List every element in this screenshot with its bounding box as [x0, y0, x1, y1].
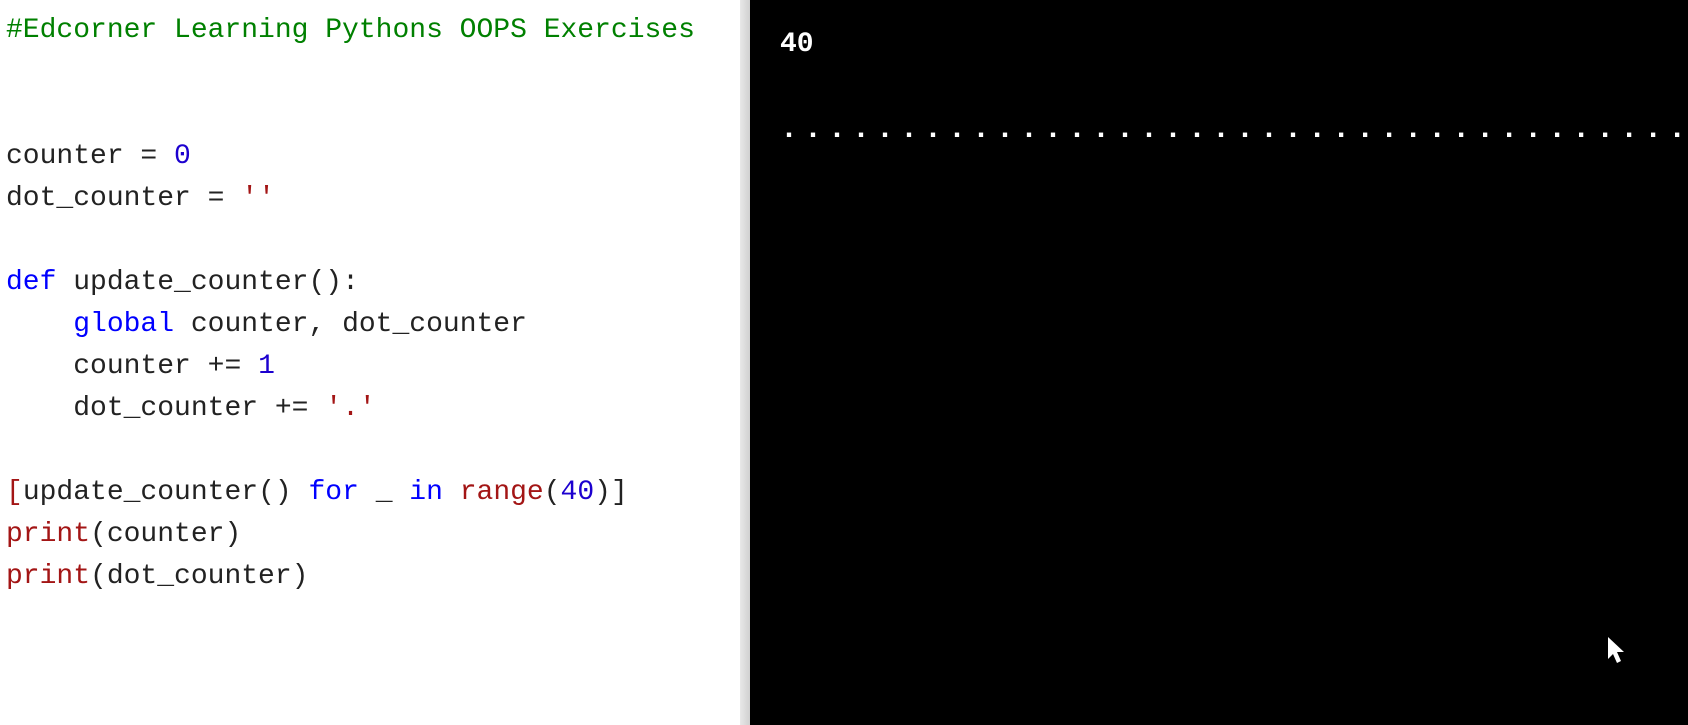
code-indent: [6, 309, 73, 340]
code-builtin: print: [6, 561, 90, 592]
code-punct: (: [90, 561, 107, 592]
code-identifier: _: [376, 477, 393, 508]
terminal-output-pane[interactable]: 40 .....................................…: [750, 0, 1688, 725]
code-identifier: dot_counter: [73, 393, 258, 424]
code-operator: =: [124, 141, 174, 172]
code-builtin: range: [460, 477, 544, 508]
code-punct: (: [544, 477, 561, 508]
mouse-cursor-icon: [1608, 637, 1628, 665]
code-operator: +=: [191, 351, 258, 382]
code-builtin: print: [6, 519, 90, 550]
output-line: 40: [780, 29, 814, 60]
code-identifier: update_counter: [23, 477, 258, 508]
code-identifier: counter: [73, 351, 191, 382]
pane-divider[interactable]: [740, 0, 750, 725]
code-punct: ():: [308, 267, 358, 298]
code-number: 1: [258, 351, 275, 382]
code-space: [56, 267, 73, 298]
code-string: '': [241, 183, 275, 214]
code-operator: =: [191, 183, 241, 214]
code-keyword: def: [6, 267, 56, 298]
code-function-name: update_counter: [73, 267, 308, 298]
code-keyword: for: [292, 477, 376, 508]
output-line: ........................................: [780, 113, 1688, 147]
code-identifier: counter: [107, 519, 225, 550]
code-number: 40: [561, 477, 595, 508]
code-identifier: counter, dot_counter: [174, 309, 527, 340]
code-keyword: in: [393, 477, 460, 508]
code-keyword: global: [73, 309, 174, 340]
code-bracket: [: [6, 477, 23, 508]
code-punct: (): [258, 477, 292, 508]
code-editor-pane[interactable]: #Edcorner Learning Pythons OOPS Exercise…: [0, 0, 740, 725]
code-punct: ): [292, 561, 309, 592]
code-identifier: dot_counter: [6, 183, 191, 214]
code-punct: )]: [594, 477, 628, 508]
code-identifier: dot_counter: [107, 561, 292, 592]
code-identifier: counter: [6, 141, 124, 172]
code-string: '.': [325, 393, 375, 424]
code-indent: [6, 351, 73, 382]
code-operator: +=: [258, 393, 325, 424]
code-indent: [6, 393, 73, 424]
code-comment: #Edcorner Learning Pythons OOPS Exercise…: [6, 15, 695, 46]
code-punct: ): [224, 519, 241, 550]
code-punct: (: [90, 519, 107, 550]
code-number: 0: [174, 141, 191, 172]
